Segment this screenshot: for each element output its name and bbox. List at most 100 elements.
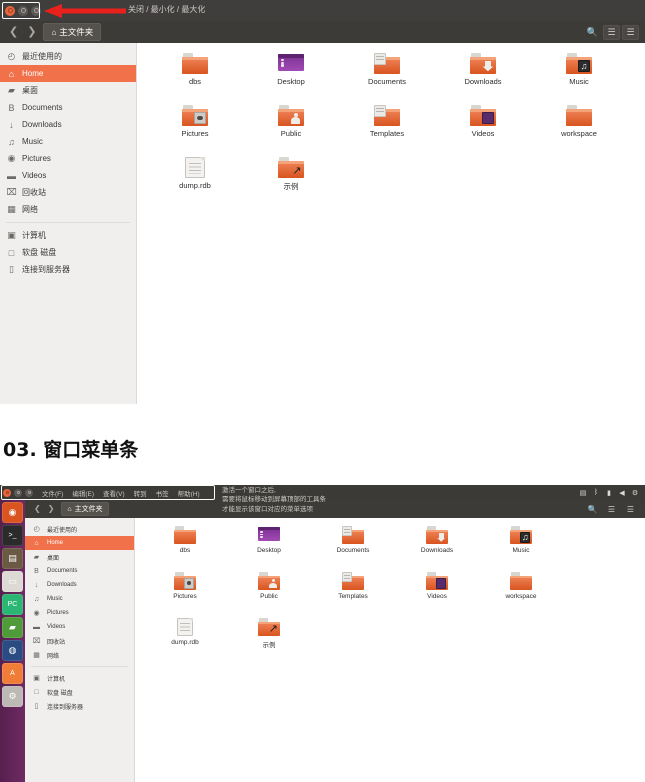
file-item[interactable]: Music bbox=[479, 526, 563, 572]
bluetooth-icon[interactable]: ᛒ bbox=[592, 489, 600, 497]
file-item[interactable]: Pictures bbox=[147, 105, 243, 157]
battery-icon[interactable]: ▮ bbox=[605, 489, 613, 497]
list-view-icon[interactable]: ☰ bbox=[603, 502, 620, 517]
menu-item-转到[interactable]: 转到 bbox=[134, 488, 147, 498]
unity-launcher[interactable]: ◉ >_ ▤ ▭ PC ▰ ◍ A ⚙ bbox=[0, 500, 25, 782]
sidebar-item-Pictures[interactable]: ◉ Pictures bbox=[0, 150, 136, 167]
sidebar-item-回收站[interactable]: ⌧ 回收站 bbox=[25, 634, 134, 648]
power-gear-icon[interactable]: ⚙ bbox=[631, 489, 639, 497]
hamburger-menu-icon[interactable]: ☰ bbox=[622, 502, 639, 517]
sidebar-item-Pictures[interactable]: ◉ Pictures bbox=[25, 606, 134, 620]
navigation-buttons[interactable]: ❮ ❯ bbox=[6, 27, 43, 38]
file-item[interactable]: Public bbox=[227, 572, 311, 618]
file-item[interactable]: workspace bbox=[479, 572, 563, 618]
maximize-button-icon[interactable] bbox=[31, 6, 41, 16]
search-icon[interactable]: 🔍 bbox=[584, 25, 601, 40]
sidebar-item-Videos[interactable]: ▬ Videos bbox=[25, 620, 134, 634]
sidebar-item-桌面[interactable]: ▰ 桌面 bbox=[0, 82, 136, 99]
sidebar-item-Music[interactable]: ♫ Music bbox=[0, 133, 136, 150]
places-sidebar[interactable]: ◴ 最近使用的 ⌂ Home ▰ 桌面 ὜B Documents ↓ Downloads ♫ Musi… bbox=[25, 518, 135, 782]
nautilus-folder-icon[interactable]: ▭ bbox=[2, 571, 23, 592]
system-tray[interactable]: ▤ ᛒ ▮ ◀ ⚙ bbox=[579, 489, 645, 497]
sidebar-item-桌面[interactable]: ▰ 桌面 bbox=[25, 550, 134, 564]
file-item[interactable]: Desktop bbox=[243, 53, 339, 105]
settings-icon[interactable]: ⚙ bbox=[2, 686, 23, 707]
close-button-icon[interactable] bbox=[5, 6, 15, 16]
search-icon[interactable]: 🔍 bbox=[584, 502, 601, 517]
file-item[interactable]: Templates bbox=[339, 105, 435, 157]
minimize-button-icon[interactable] bbox=[14, 489, 22, 497]
file-item[interactable]: dump.rdb bbox=[147, 157, 243, 209]
ubuntu-dash-icon[interactable]: ◉ bbox=[2, 502, 23, 523]
sidebar-item-软盘 磁盘[interactable]: □ 软盘 磁盘 bbox=[0, 244, 136, 261]
places-sidebar[interactable]: ◴ 最近使用的 ⌂ Home ▰ 桌面 ὜B Documents ↓ Downloads ♫ Musi… bbox=[0, 43, 137, 404]
terminal-icon[interactable]: >_ bbox=[2, 525, 23, 546]
path-button-home[interactable]: ⌂ 主文件夹 bbox=[61, 502, 108, 516]
panel-window-controls[interactable] bbox=[0, 489, 36, 497]
file-item[interactable]: Music bbox=[531, 53, 627, 105]
sidebar-item-计算机[interactable]: ▣ 计算机 bbox=[0, 227, 136, 244]
sidebar-item-软盘 磁盘[interactable]: □ 软盘 磁盘 bbox=[25, 685, 134, 699]
file-item[interactable]: dbs bbox=[147, 53, 243, 105]
navigation-buttons[interactable]: ❮ ❯ bbox=[31, 505, 61, 513]
minimize-button-icon[interactable] bbox=[18, 6, 28, 16]
file-item[interactable]: Documents bbox=[339, 53, 435, 105]
sidebar-item-最近使用的[interactable]: ◴ 最近使用的 bbox=[0, 48, 136, 65]
file-item[interactable]: Documents bbox=[311, 526, 395, 572]
sidebar-item-计算机[interactable]: ▣ 计算机 bbox=[25, 671, 134, 685]
sidebar-item-Downloads[interactable]: ↓ Downloads bbox=[25, 578, 134, 592]
file-item[interactable]: dump.rdb bbox=[143, 618, 227, 664]
file-icon-grid[interactable]: dbs Desktop Documents Downloads Music Picture… bbox=[135, 518, 645, 664]
sidebar-item-Music[interactable]: ♫ Music bbox=[25, 592, 134, 606]
menu-item-文件(F)[interactable]: 文件(F) bbox=[42, 488, 63, 498]
file-item[interactable]: Pictures bbox=[143, 572, 227, 618]
file-manager-window-with-menubar[interactable]: 文件(F) 编辑(E) 查看(V) 转到 书签 帮助(H) ▤ ᛒ ▮ ◀ ⚙ 激活一个窗口之后,… bbox=[0, 485, 645, 782]
sidebar-item-最近使用的[interactable]: ◴ 最近使用的 bbox=[25, 522, 134, 536]
chevron-left-icon[interactable]: ❮ bbox=[9, 27, 18, 38]
chevron-left-icon[interactable]: ❮ bbox=[34, 505, 41, 513]
window-control-buttons[interactable] bbox=[0, 6, 46, 16]
file-item[interactable]: dbs bbox=[143, 526, 227, 572]
sidebar-item-连接到服务器[interactable]: ▯ 连接到服务器 bbox=[25, 699, 134, 713]
sidebar-item-网络[interactable]: ▦ 网络 bbox=[25, 648, 134, 662]
sidebar-item-网络[interactable]: ▦ 网络 bbox=[0, 201, 136, 218]
file-item[interactable]: Templates bbox=[311, 572, 395, 618]
file-manager-window-primary[interactable]: 关闭 / 最小化 / 最大化 ❮ ❯ ⌂ 主文件夹 🔍 ☰ ☰ ◴ 最近使用的 ⌂ H… bbox=[0, 0, 645, 404]
file-browser-area[interactable]: dbs Desktop Documents Downloads Music Picture… bbox=[137, 43, 645, 404]
file-icon-grid[interactable]: dbs Desktop Documents Downloads Music Picture… bbox=[137, 43, 645, 209]
sidebar-item-Downloads[interactable]: ↓ Downloads bbox=[0, 116, 136, 133]
file-item[interactable]: Public bbox=[243, 105, 339, 157]
sidebar-item-Home[interactable]: ⌂ Home bbox=[25, 536, 134, 550]
network-icon[interactable]: ▤ bbox=[579, 489, 587, 497]
dictionary-icon[interactable]: ▰ bbox=[2, 617, 23, 638]
menu-item-编辑(E)[interactable]: 编辑(E) bbox=[72, 488, 94, 498]
menu-item-查看(V)[interactable]: 查看(V) bbox=[103, 488, 125, 498]
pycharm-icon[interactable]: PC bbox=[2, 594, 23, 615]
hamburger-menu-icon[interactable]: ☰ bbox=[622, 25, 639, 40]
file-item[interactable]: Videos bbox=[395, 572, 479, 618]
close-button-icon[interactable] bbox=[3, 489, 11, 497]
sidebar-item-回收站[interactable]: ⌧ 回收站 bbox=[0, 184, 136, 201]
file-item[interactable]: Videos bbox=[435, 105, 531, 157]
file-item[interactable]: Downloads bbox=[435, 53, 531, 105]
sidebar-item-Home[interactable]: ⌂ Home bbox=[0, 65, 136, 82]
menu-item-书签[interactable]: 书签 bbox=[156, 488, 169, 498]
list-view-icon[interactable]: ☰ bbox=[603, 25, 620, 40]
file-item[interactable]: workspace bbox=[531, 105, 627, 157]
sidebar-item-连接到服务器[interactable]: ▯ 连接到服务器 bbox=[0, 261, 136, 278]
file-item[interactable]: Downloads bbox=[395, 526, 479, 572]
file-browser-area[interactable]: dbs Desktop Documents Downloads Music Picture… bbox=[135, 518, 645, 782]
maximize-button-icon[interactable] bbox=[25, 489, 33, 497]
sidebar-item-Documents[interactable]: ὜B Documents bbox=[25, 564, 134, 578]
files-manager-icon[interactable]: ▤ bbox=[2, 548, 23, 569]
file-item[interactable]: 示例 bbox=[243, 157, 339, 209]
path-button-home[interactable]: ⌂ 主文件夹 bbox=[43, 23, 101, 41]
file-item[interactable]: 示例 bbox=[227, 618, 311, 664]
file-item[interactable]: Desktop bbox=[227, 526, 311, 572]
window-menubar[interactable]: 文件(F) 编辑(E) 查看(V) 转到 书签 帮助(H) bbox=[42, 488, 200, 498]
menu-item-帮助(H)[interactable]: 帮助(H) bbox=[178, 488, 200, 498]
volume-icon[interactable]: ◀ bbox=[618, 489, 626, 497]
firefox-icon[interactable]: ◍ bbox=[2, 640, 23, 661]
chevron-right-icon[interactable]: ❯ bbox=[27, 27, 36, 38]
android-studio-icon[interactable]: A bbox=[2, 663, 23, 684]
